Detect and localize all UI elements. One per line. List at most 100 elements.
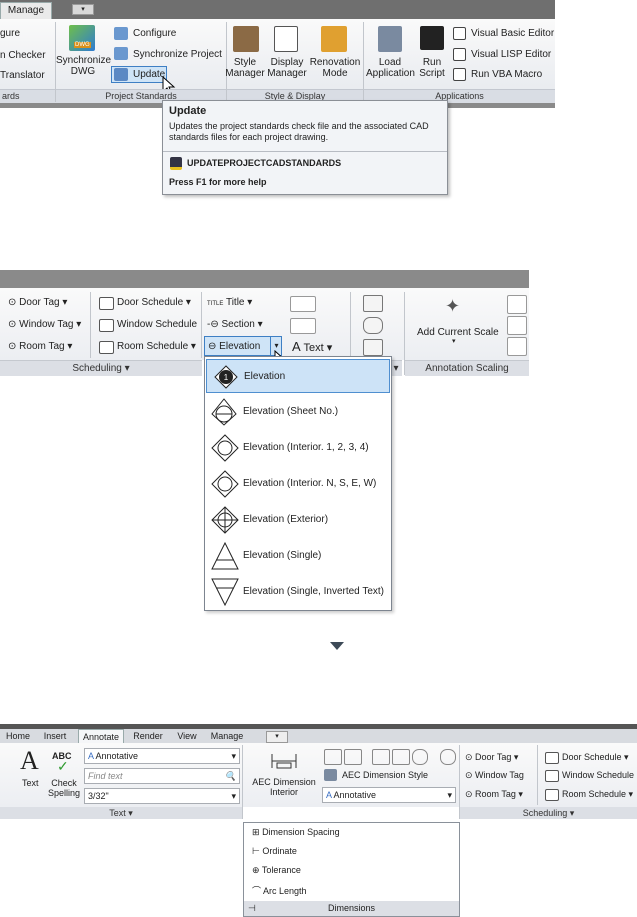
wipeout-icon[interactable] — [363, 339, 383, 356]
update-tooltip: Update Updates the project standards che… — [162, 100, 448, 195]
tolerance-item[interactable]: ⊕ Tolerance — [252, 865, 301, 876]
text-panel-footer[interactable]: Text ▾ — [0, 807, 242, 819]
window-tag-button[interactable]: ⊙ Window Tag ▾ — [8, 319, 81, 330]
tab-annotate[interactable]: Annotate — [78, 729, 124, 743]
check-spelling-icon: ✓ — [57, 758, 69, 774]
configure-button[interactable]: Configure — [133, 28, 176, 39]
center-mark-icon[interactable] — [440, 749, 456, 765]
aec-dimension-button[interactable]: AEC Dimension Interior — [250, 777, 318, 797]
leader-icon[interactable] — [290, 296, 316, 312]
window-schedule-button[interactable]: Window Schedule — [117, 319, 197, 330]
add-scale-dropdown-arrow[interactable]: ▾ — [452, 337, 456, 345]
elevation-menu: 1 Elevation Elevation (Sheet No.) Elevat… — [204, 356, 392, 611]
cad-standards-footer[interactable]: ards — [0, 89, 56, 103]
aec-dimension-icon — [271, 754, 297, 769]
elevation-interior-compass-icon — [211, 470, 239, 498]
room-schedule-button[interactable]: Room Schedule ▾ — [117, 341, 196, 352]
quick-access-toolbar[interactable]: ▾ — [72, 4, 94, 15]
menu-item-elevation-interior-num[interactable]: Elevation (Interior. 1, 2, 3, 4) — [206, 431, 390, 465]
window-tag-button[interactable]: ⊙ Window Tag — [465, 770, 524, 781]
radius-dim-icon[interactable] — [412, 749, 428, 765]
menu-item-elevation-single[interactable]: Elevation (Single) — [206, 539, 390, 573]
text-button[interactable]: A Text ▾ — [292, 339, 332, 354]
dimensions-footer[interactable]: ⊣ Dimensions — [244, 901, 459, 916]
section-button[interactable]: -⊖ Section ▾ — [207, 319, 263, 330]
door-schedule-icon — [99, 297, 114, 310]
visual-basic-editor-button[interactable]: Visual Basic Editor — [471, 28, 554, 39]
aec-dimension-style-button[interactable]: AEC Dimension Style — [342, 770, 428, 780]
ordinate-item[interactable]: ⊢ Ordinate — [252, 846, 297, 857]
door-tag-button[interactable]: ⊙ Door Tag ▾ — [465, 752, 518, 763]
menu-item-elevation-single-inverted[interactable]: Elevation (Single, Inverted Text) — [206, 575, 390, 609]
dimensions-dropdown: ⊞ Dimension Spacing ⊢ Ordinate ⊕ Toleran… — [243, 822, 460, 917]
menu-item-label: Elevation (Interior. 1, 2, 3, 4) — [243, 442, 369, 453]
window-schedule-icon — [545, 770, 559, 782]
run-script-button[interactable]: Run Script — [414, 57, 450, 79]
text-button[interactable]: Text — [22, 778, 39, 788]
door-tag-button[interactable]: ⊙ Door Tag ▾ — [8, 297, 67, 308]
batch-checker-button[interactable]: n Checker — [0, 50, 46, 61]
style-manager-button[interactable]: Style Manager — [224, 57, 266, 79]
tab-home[interactable]: Home — [0, 729, 36, 743]
room-schedule-button[interactable]: Room Schedule ▾ — [562, 789, 633, 800]
check-spelling-button[interactable]: Check Spelling — [48, 778, 80, 798]
dimension-style-select[interactable]: A Annotative ▾ — [322, 787, 456, 803]
ordinate-icon: ⊢ — [252, 846, 260, 856]
text-style-select[interactable]: A Annotative ▾ — [84, 748, 240, 764]
scheduling-footer[interactable]: Scheduling ▾ — [0, 360, 202, 376]
room-tag-button[interactable]: ⊙ Room Tag ▾ — [465, 789, 523, 800]
text-height-select[interactable]: 3/32" ▾ — [84, 788, 240, 804]
synchronize-dwg-icon: DWG — [69, 25, 95, 51]
detail-boundary-icon[interactable] — [363, 295, 383, 312]
configure-standards-button[interactable]: gure — [0, 28, 20, 39]
tab-manage[interactable]: Manage — [206, 729, 248, 743]
annotation-scaling-footer[interactable]: Annotation Scaling — [405, 360, 529, 376]
tab-manage[interactable]: Manage — [0, 2, 52, 19]
tab-view[interactable]: View — [172, 729, 202, 743]
door-schedule-button[interactable]: Door Schedule ▾ — [117, 297, 191, 308]
door-schedule-icon — [545, 752, 559, 764]
room-tag-button[interactable]: ⊙ Room Tag ▾ — [8, 341, 72, 352]
keynote-icon[interactable] — [290, 318, 316, 334]
synchronize-project-button[interactable]: Synchronize Project — [133, 49, 222, 60]
arc-dim-icon[interactable] — [392, 749, 410, 765]
menu-item-elevation-interior-compass[interactable]: Elevation (Interior. N, S, E, W) — [206, 467, 390, 501]
add-scale-icon: ✦ — [445, 296, 461, 316]
window-schedule-icon — [99, 319, 114, 332]
load-application-button[interactable]: Load Application — [366, 57, 415, 79]
menu-item-label: Elevation (Exterior) — [243, 514, 329, 525]
renovation-mode-button[interactable]: Renovation Mode — [308, 57, 362, 79]
scale-tool-3-icon[interactable] — [507, 337, 527, 356]
revision-cloud-icon[interactable] — [363, 317, 383, 334]
tab-render[interactable]: Render — [128, 729, 168, 743]
linear-dim-icon[interactable] — [324, 749, 342, 765]
style-manager-icon — [233, 26, 259, 52]
window-schedule-button[interactable]: Window Schedule — [562, 770, 634, 780]
menu-item-elevation-exterior[interactable]: Elevation (Exterior) — [206, 503, 390, 537]
add-current-scale-button[interactable]: Add Current Scale — [417, 327, 499, 338]
menu-item-elevation[interactable]: 1 Elevation — [206, 359, 390, 393]
scale-tool-2-icon[interactable] — [507, 316, 527, 335]
scale-tool-1-icon[interactable] — [507, 295, 527, 314]
display-manager-icon — [274, 26, 298, 52]
arc-length-item[interactable]: ⌒ Arc Length — [252, 884, 307, 897]
tab-insert[interactable]: Insert — [38, 729, 72, 743]
find-text-input[interactable]: Find text 🔍 — [84, 768, 240, 784]
scheduling-footer[interactable]: Scheduling ▾ — [460, 807, 637, 819]
title-button[interactable]: TITLE Title ▾ — [207, 297, 252, 308]
layer-translator-button[interactable]: Translator — [0, 70, 45, 81]
visual-lisp-editor-button[interactable]: Visual LISP Editor — [471, 49, 551, 60]
elevation-button[interactable]: ⊖ Elevation — [208, 341, 260, 352]
pin-icon: ⊣ — [248, 903, 256, 913]
menu-item-elevation-sheet[interactable]: Elevation (Sheet No.) — [206, 395, 390, 429]
tooltip-body: Updates the project standards check file… — [169, 121, 429, 142]
run-vba-macro-button[interactable]: Run VBA Macro — [471, 69, 542, 80]
dimension-spacing-item[interactable]: ⊞ Dimension Spacing — [252, 827, 340, 838]
aligned-dim-icon[interactable] — [344, 749, 362, 765]
door-schedule-button[interactable]: Door Schedule ▾ — [562, 752, 629, 763]
synchronize-dwg-button[interactable]: Synchronize DWG — [56, 55, 111, 77]
angular-dim-icon[interactable] — [372, 749, 390, 765]
quick-access-toolbar[interactable]: ▾ — [266, 731, 288, 743]
display-manager-button[interactable]: Display Manager — [266, 57, 308, 79]
down-arrow-icon — [330, 642, 344, 650]
